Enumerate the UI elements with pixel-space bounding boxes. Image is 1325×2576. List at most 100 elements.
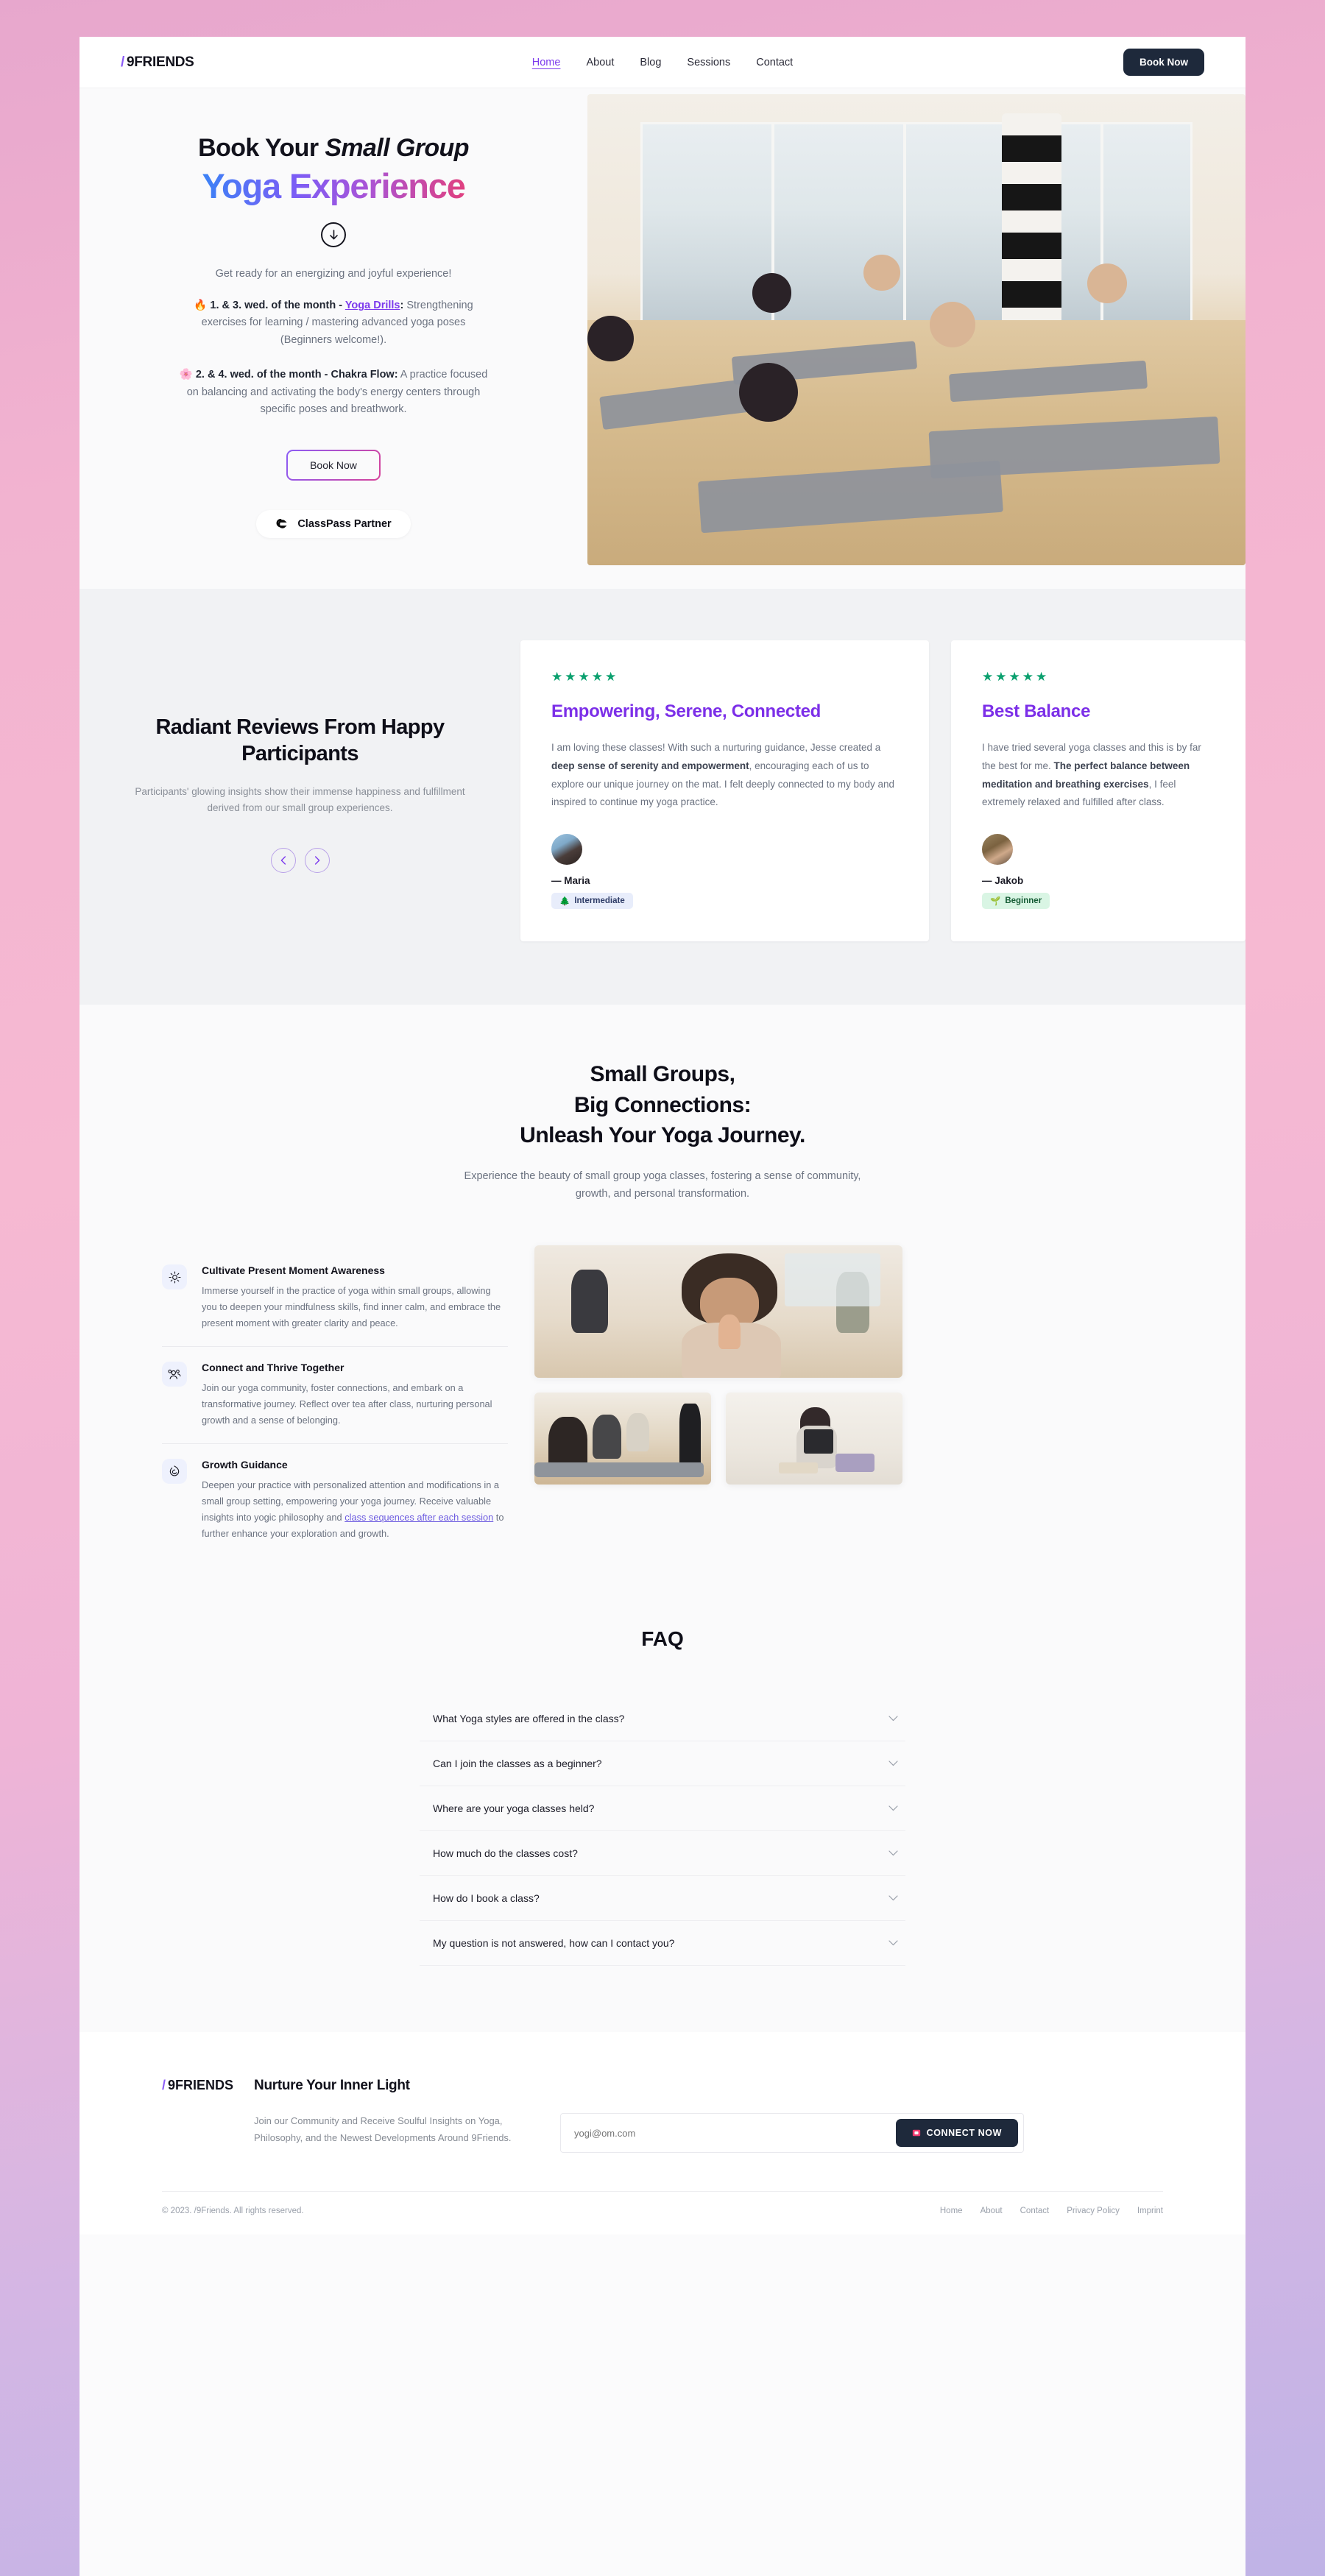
footer-link-privacy-policy[interactable]: Privacy Policy <box>1067 2207 1120 2215</box>
brand-logo[interactable]: /9FRIENDS <box>121 54 194 71</box>
carousel-prev-button[interactable] <box>270 847 296 873</box>
footer-link-imprint[interactable]: Imprint <box>1137 2207 1163 2215</box>
mailbox-icon <box>912 2130 920 2137</box>
hero-p1-bold: 1. & 3. wed. of the month - <box>210 300 345 311</box>
faq-item[interactable]: My question is not answered, how can I c… <box>420 1921 905 1967</box>
classpass-partner-badge: ClassPass Partner <box>256 509 411 538</box>
groups-heading: Small Groups, Big Connections: Unleash Y… <box>80 1059 1246 1150</box>
feature-title: Cultivate Present Moment Awareness <box>202 1264 385 1277</box>
groups-body: Cultivate Present Moment Awareness Immer… <box>80 1245 1246 1557</box>
tree-emoji-icon: 🌲 <box>559 897 570 907</box>
nav-link-home[interactable]: Home <box>532 57 561 68</box>
nav-link-contact[interactable]: Contact <box>756 57 793 68</box>
star-rating-icon: ★★★★★ <box>982 670 1050 684</box>
nav-link-about[interactable]: About <box>586 57 614 68</box>
reviewer-name: — Maria <box>551 875 590 887</box>
review-body: I have tried several yoga classes and th… <box>982 739 1215 812</box>
footer-link-contact[interactable]: Contact <box>1020 2207 1050 2215</box>
chevron-down-icon <box>888 1761 898 1766</box>
flower-emoji-icon: 🌸 <box>179 369 193 381</box>
email-input[interactable] <box>574 2127 896 2139</box>
gallery-image-reading <box>726 1393 902 1485</box>
people-group-icon <box>167 1369 180 1379</box>
hero-book-now-button[interactable]: Book Now <box>286 449 381 481</box>
yoga-participant <box>752 273 792 315</box>
feature-text: Cultivate Present Moment Awareness Immer… <box>202 1264 508 1331</box>
footer-bottom-bar: © 2023. /9Friends. All rights reserved. … <box>162 2191 1163 2234</box>
gallery-row <box>534 1393 902 1485</box>
footer-newsletter: Nurture Your Inner Light Join our Commun… <box>241 2078 1163 2154</box>
nav-link-blog[interactable]: Blog <box>640 57 661 68</box>
feature-title: Connect and Thrive Together <box>202 1362 344 1374</box>
faq-question: What Yoga styles are offered in the clas… <box>433 1713 625 1725</box>
reviews-subtitle: Participants' glowing insights show thei… <box>135 785 465 814</box>
hero-lead-text: Get ready for an energizing and joyful e… <box>215 268 452 280</box>
review-card: ★★★★★ Best Balance I have tried several … <box>951 640 1246 942</box>
faq-item[interactable]: How do I book a class? <box>420 1876 905 1922</box>
flame-spiral-icon <box>169 1465 180 1476</box>
groups-gallery <box>534 1245 902 1557</box>
footer-link-home[interactable]: Home <box>940 2207 963 2215</box>
hero-book-now-label: Book Now <box>288 450 379 479</box>
footer-logo-slash-icon: / <box>162 2078 166 2093</box>
feature-list: Cultivate Present Moment Awareness Immer… <box>162 1245 508 1557</box>
feature-item: Connect and Thrive Together Join our yog… <box>162 1346 508 1443</box>
review-card: ★★★★★ Empowering, Serene, Connected I am… <box>520 640 929 942</box>
faq-heading: FAQ <box>641 1627 684 1651</box>
yoga-participant <box>929 301 976 350</box>
faq-item[interactable]: What Yoga styles are offered in the clas… <box>420 1696 905 1742</box>
fire-emoji-icon: 🔥 <box>194 300 208 311</box>
review-cards: ★★★★★ Empowering, Serene, Connected I am… <box>520 633 1246 942</box>
logo-slash-icon: / <box>121 54 124 70</box>
reviews-intro: Radiant Reviews From Happy Participants … <box>80 633 520 941</box>
window-mullion <box>903 122 907 339</box>
faq-section: FAQ What Yoga styles are offered in the … <box>80 1623 1246 2033</box>
faq-item[interactable]: Where are your yoga classes held? <box>420 1786 905 1832</box>
hero-paragraph-1: 🔥 1. & 3. wed. of the month - Yoga Drill… <box>179 297 488 349</box>
feature-desc: Deepen your practice with personalized a… <box>202 1477 508 1542</box>
yoga-participant <box>863 254 900 293</box>
faq-item[interactable]: How much do the classes cost? <box>420 1831 905 1877</box>
reviewer-level-label: Intermediate <box>574 896 625 906</box>
footer-logo[interactable]: /9FRIENDS <box>162 2078 233 2093</box>
reviews-heading: Radiant Reviews From Happy Participants <box>155 715 445 766</box>
groups-heading-line1: Small Groups, <box>590 1062 735 1087</box>
footer-title: Nurture Your Inner Light <box>254 2078 410 2094</box>
copyright-text: © 2023. /9Friends. All rights reserved. <box>162 2207 304 2216</box>
review-body: I am loving these classes! With such a n… <box>551 739 898 812</box>
hero-studio-image <box>587 94 1246 565</box>
connect-now-button[interactable]: CONNECT NOW <box>895 2119 1019 2148</box>
yoga-drills-link[interactable]: Yoga Drills <box>345 300 400 311</box>
nav-link-sessions[interactable]: Sessions <box>687 57 730 68</box>
yoga-participant-foreground <box>738 362 799 425</box>
footer-links: Home About Contact Privacy Policy Imprin… <box>940 2207 1163 2215</box>
faq-question: My question is not answered, how can I c… <box>433 1937 675 1950</box>
scroll-down-arrow[interactable] <box>321 222 346 247</box>
footer-logo-text: 9FRIENDS <box>168 2078 234 2093</box>
footer-link-about[interactable]: About <box>981 2207 1003 2215</box>
nav-book-now-button[interactable]: Book Now <box>1123 49 1204 76</box>
hero-title-line1: Book Your Small Group <box>198 134 469 163</box>
feature-desc: Join our yoga community, foster connecti… <box>202 1382 492 1426</box>
chevron-down-icon <box>888 1805 898 1811</box>
hero-title-line2: Yoga Experience <box>202 166 465 205</box>
review-body-bold: deep sense of serenity and empowerment <box>551 760 749 771</box>
faq-item[interactable]: Can I join the classes as a beginner? <box>420 1741 905 1787</box>
footer-section: /9FRIENDS Nurture Your Inner Light Join … <box>80 2032 1246 2235</box>
gallery-image-meditation <box>534 1245 902 1379</box>
groups-subtitle: Experience the beauty of small group yog… <box>464 1170 861 1200</box>
feature-text: Connect and Thrive Together Join our yog… <box>202 1362 508 1429</box>
faq-question: Where are your yoga classes held? <box>433 1802 595 1815</box>
newsletter-form: CONNECT NOW <box>560 2113 1025 2154</box>
reviews-section: Radiant Reviews From Happy Participants … <box>80 589 1246 1005</box>
class-sequences-link[interactable]: class sequences after each session <box>344 1512 493 1523</box>
hero-p2-bold: 2. & 4. wed. of the month - Chakra Flow: <box>195 369 398 381</box>
reviewer-avatar <box>982 834 1013 866</box>
chevron-left-icon <box>280 856 286 865</box>
hero-paragraph-2: 🌸 2. & 4. wed. of the month - Chakra Flo… <box>179 367 488 418</box>
carousel-next-button[interactable] <box>304 847 330 873</box>
classpass-logo-icon <box>276 518 287 528</box>
chevron-down-icon <box>888 1850 898 1856</box>
small-groups-section: Small Groups, Big Connections: Unleash Y… <box>80 1005 1246 1624</box>
groups-heading-line2: Big Connections: <box>573 1092 752 1117</box>
